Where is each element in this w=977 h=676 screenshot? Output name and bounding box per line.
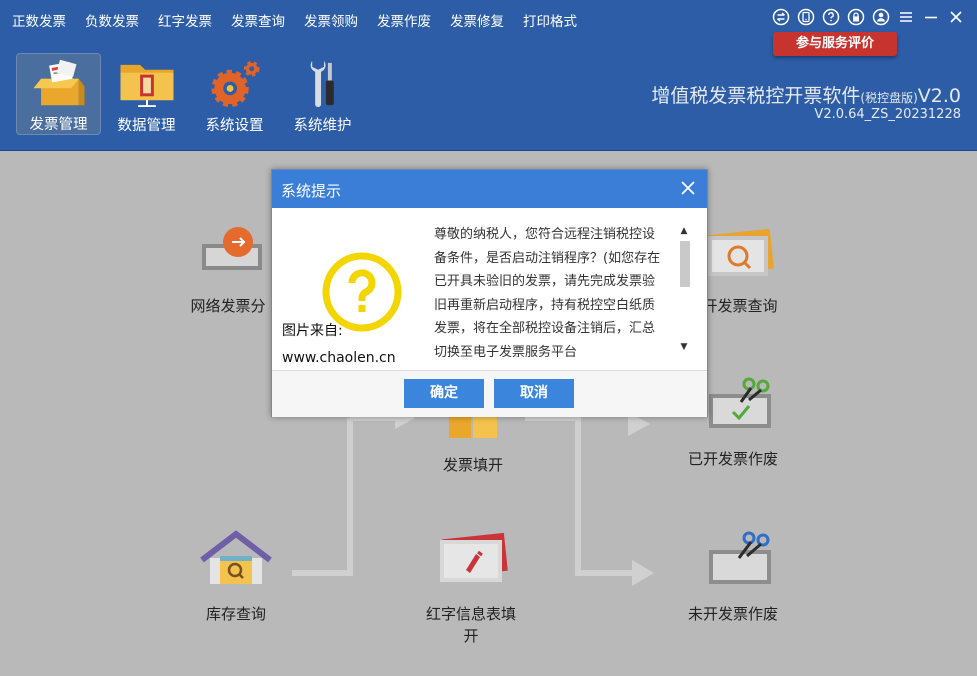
toolbar-label: 发票管理 bbox=[29, 117, 88, 133]
flow-issued-query[interactable]: 开发票查询 bbox=[700, 222, 780, 317]
close-icon[interactable] bbox=[947, 8, 965, 26]
dialog-message: 尊敬的纳税人，您符合远程注销税控设备条件，是否启动注销程序？(如您存在已开具未验… bbox=[434, 227, 661, 357]
toolbar-label: 数据管理 bbox=[117, 118, 176, 134]
service-evaluation-button[interactable]: 参与服务评价 bbox=[773, 32, 897, 56]
watermark-line: 图片来自: bbox=[282, 323, 343, 339]
menu-invoice-void[interactable]: 发票作废 bbox=[377, 10, 431, 30]
close-icon[interactable] bbox=[679, 179, 697, 197]
dialog-title: 系统提示 bbox=[281, 182, 342, 200]
flow-label: 开发票查询 bbox=[702, 297, 778, 315]
flow-fill-invoice[interactable]: 发票填开 bbox=[433, 414, 513, 476]
watermark-text: 图片来自: www.chaolen.cn bbox=[282, 318, 396, 372]
scroll-up-icon[interactable]: ▲ bbox=[676, 225, 692, 237]
menu-negative-invoice[interactable]: 负数发票 bbox=[85, 10, 139, 30]
system-prompt-dialog: 系统提示 图片来自: www.chaolen.cn 尊敬的纳税人，您符合远程注销… bbox=[271, 169, 708, 417]
menu-invoice-purchase[interactable]: 发票领购 bbox=[304, 10, 358, 30]
toolbar-system-maintenance[interactable]: 系统维护 bbox=[280, 53, 365, 135]
flow-label-continued: 开 bbox=[463, 627, 479, 645]
help-icon[interactable] bbox=[822, 8, 840, 26]
gears-icon bbox=[210, 60, 260, 108]
watermark-line: www.chaolen.cn bbox=[282, 350, 396, 366]
menu-invoice-repair[interactable]: 发票修复 bbox=[450, 10, 504, 30]
invoice-box-icon bbox=[33, 59, 84, 106]
menu-icon[interactable] bbox=[897, 8, 915, 26]
app-title: 增值税发票税控开票软件(税控盘版)V2.0 bbox=[651, 81, 961, 108]
app-title-main: 增值税发票税控开票软件 bbox=[651, 85, 861, 107]
invoice-search-icon bbox=[708, 228, 774, 276]
app-title-version: V2.0 bbox=[917, 85, 961, 107]
ok-button[interactable]: 确定 bbox=[404, 379, 484, 408]
user-icon[interactable] bbox=[872, 8, 890, 26]
main-toolbar: 发票管理 数据管理 系统设置 系统维护 bbox=[16, 53, 368, 135]
toolbar-invoice-management[interactable]: 发票管理 bbox=[16, 53, 101, 135]
menu-positive-invoice[interactable]: 正数发票 bbox=[12, 10, 66, 30]
menu-red-invoice[interactable]: 红字发票 bbox=[158, 10, 212, 30]
red-invoice-icon bbox=[440, 532, 508, 582]
flow-label: 发票填开 bbox=[442, 456, 503, 474]
flow-network-distribute[interactable]: 网络发票分 bbox=[188, 222, 268, 317]
message-scroll-area[interactable]: 尊敬的纳税人，您符合远程注销税控设备条件，是否启动注销程序？(如您存在已开具未验… bbox=[434, 223, 666, 357]
dialog-footer: 确定 取消 bbox=[272, 370, 707, 417]
flow-red-info-fill[interactable]: 红字信息表填 开 bbox=[426, 530, 516, 647]
app-title-sub: (税控盘版) bbox=[860, 91, 918, 105]
dialog-body: 图片来自: www.chaolen.cn 尊敬的纳税人，您符合远程注销税控设备条… bbox=[272, 208, 707, 370]
flow-label: 未开发票作废 bbox=[688, 605, 779, 623]
swap-icon[interactable] bbox=[772, 8, 790, 26]
menu-invoice-query[interactable]: 发票查询 bbox=[231, 10, 285, 30]
flow-label: 网络发票分 bbox=[190, 297, 266, 315]
tools-icon bbox=[310, 60, 334, 108]
phone-icon[interactable] bbox=[797, 8, 815, 26]
toolbar-label: 系统维护 bbox=[293, 118, 352, 134]
flow-stock-query[interactable]: 库存查询 bbox=[196, 530, 276, 625]
toolbar-data-management[interactable]: 数据管理 bbox=[104, 53, 189, 135]
warehouse-search-icon bbox=[200, 530, 272, 584]
scroll-down-icon[interactable]: ▼ bbox=[676, 341, 692, 353]
flow-void-unissued[interactable]: 未开发票作废 bbox=[688, 530, 778, 625]
menu-print-format[interactable]: 打印格式 bbox=[523, 10, 577, 30]
flow-label: 红字信息表填 bbox=[426, 605, 517, 623]
folder-icon bbox=[120, 64, 173, 108]
window-controls bbox=[765, 8, 965, 26]
toolbar-label: 系统设置 bbox=[205, 118, 264, 134]
scissors-blank-invoice-icon bbox=[709, 531, 771, 584]
menu-bar: 正数发票 负数发票 红字发票 发票查询 发票领购 发票作废 发票修复 打印格式 bbox=[12, 0, 596, 40]
message-scrollbar[interactable]: ▲ ▼ bbox=[676, 225, 692, 353]
dialog-titlebar: 系统提示 bbox=[272, 170, 707, 208]
scroll-thumb[interactable] bbox=[680, 241, 690, 287]
lock-icon[interactable] bbox=[847, 8, 865, 26]
cancel-button[interactable]: 取消 bbox=[494, 379, 574, 408]
flow-label: 已开发票作废 bbox=[688, 450, 779, 468]
toolbar-system-settings[interactable]: 系统设置 bbox=[192, 53, 277, 135]
minimize-icon[interactable] bbox=[922, 8, 940, 26]
network-invoice-icon bbox=[202, 227, 262, 270]
invoice-fill-icon bbox=[449, 414, 497, 438]
app-build-version: V2.0.64_ZS_20231228 bbox=[814, 107, 961, 122]
header-bar: 正数发票 负数发票 红字发票 发票查询 发票领购 发票作废 发票修复 打印格式 bbox=[0, 0, 977, 151]
flow-label: 库存查询 bbox=[205, 605, 266, 623]
